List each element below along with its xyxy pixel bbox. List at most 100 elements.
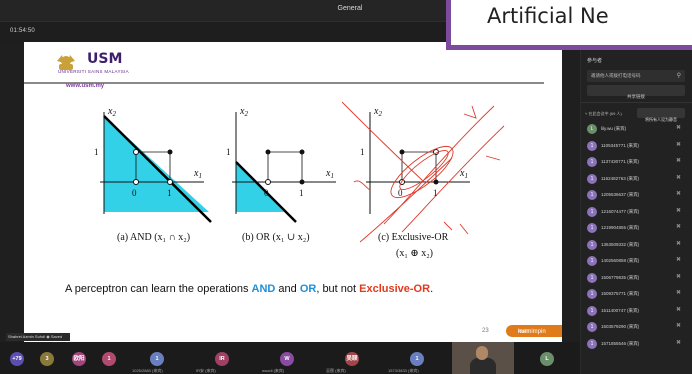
mic-muted-icon[interactable]: ✖: [676, 174, 681, 181]
tile-name: IR安 (来宾): [196, 368, 216, 373]
participant-name: 1511400747 (来宾): [601, 307, 639, 313]
participant-row[interactable]: 1 1402560858 (来宾) ✖: [581, 253, 692, 270]
participant-row[interactable]: Llily.wu (来宾) ✖: [581, 121, 692, 138]
mic-muted-icon[interactable]: ✖: [676, 273, 681, 280]
and-plot: [100, 112, 212, 223]
mic-muted-icon[interactable]: ✖: [676, 306, 681, 313]
tile-name: 吴颐 (来宾): [326, 368, 346, 373]
caption-xor: (c) Exclusive-OR: [378, 232, 449, 243]
participant-row[interactable]: 1 1216074477 (来宾) ✖: [581, 204, 692, 221]
red-annotations: [341, 101, 505, 243]
and-x2-label: x2: [107, 106, 116, 118]
avatar: 1: [587, 157, 597, 167]
meeting-heading[interactable]: ˅ 在此会议中 (69 人): [585, 111, 622, 117]
participant-name: lily.wu (来宾): [601, 126, 627, 131]
more-participants-badge[interactable]: +79: [10, 352, 24, 366]
participant-row[interactable]: 1 1162482763 (来宾) ✖: [581, 171, 692, 188]
avatar: 1: [587, 289, 597, 299]
avatar: 1: [587, 173, 597, 184]
shared-slide: USM UNIVERSITI SAINS MALAYSIA www.usm.my: [24, 42, 562, 342]
overlay-title: Artificial Ne: [487, 4, 609, 28]
participant-row[interactable]: 1 1105345771 (来宾) ✖: [581, 138, 692, 155]
or-plot: [232, 112, 336, 223]
mic-muted-icon[interactable]: ✖: [676, 190, 681, 197]
meeting-timer: 01:54:50: [10, 28, 35, 34]
title-overlay: Artificial Ne: [446, 0, 692, 50]
statement-xor: Exclusive-OR: [359, 283, 431, 295]
xor-x1-label: x1: [459, 168, 468, 180]
or-x2-label: x2: [239, 106, 248, 118]
avatar: 1: [587, 322, 597, 332]
and-tick-0: 0: [132, 188, 137, 198]
caption-and: (a) AND (x₁ ∩ x₂): [117, 232, 191, 243]
share-link-button[interactable]: 共享链接: [587, 85, 685, 99]
mic-muted-icon[interactable]: ✖: [676, 124, 681, 131]
caption-xor-formula: (x₁ ⊕ x₂): [396, 248, 434, 259]
avatar: 1: [587, 190, 597, 200]
presenter-body: [470, 358, 496, 374]
mic-muted-icon[interactable]: ✖: [676, 141, 681, 148]
participant-tile-avatar[interactable]: W: [280, 352, 294, 366]
participant-tile-avatar[interactable]: 3: [40, 352, 54, 366]
participant-row[interactable]: 1 1363509332 (来宾) ✖: [581, 237, 692, 254]
presenter-name: Shahrel Azmin Suhdi ◉ Saved: [8, 334, 63, 339]
mic-muted-icon[interactable]: ✖: [676, 339, 681, 346]
invite-input[interactable]: 邀请他人或拨打电话号码 ⚲: [587, 70, 685, 82]
window-title: General: [337, 5, 363, 12]
participant-tile-avatar[interactable]: L: [540, 352, 554, 366]
participant-tile-avatar[interactable]: 欧阳: [72, 352, 86, 366]
participant-name: 1219904855 (来宾): [601, 225, 640, 230]
xor-tick-1x: 1: [433, 188, 438, 198]
avatar: 1: [587, 338, 597, 349]
participant-name: 1363509332 (来宾): [601, 241, 640, 247]
avatar: 1: [587, 305, 597, 316]
participant-tile-avatar[interactable]: 1: [102, 352, 116, 366]
participant-name: 1137430771 (来宾): [601, 159, 639, 164]
tile-name: woodi (来宾): [262, 368, 285, 373]
participant-row[interactable]: 1 1509375771 (来宾) ✖: [581, 286, 692, 303]
mic-muted-icon[interactable]: ✖: [676, 289, 681, 296]
statement-prefix: A perceptron can learn the operations: [65, 283, 252, 295]
participant-tile-avatar[interactable]: 1: [410, 352, 424, 366]
participant-name: 1105345771 (来宾): [601, 142, 639, 148]
participant-name: 1205536637 (来宾): [601, 192, 640, 197]
participant-list: Llily.wu (来宾) ✖ 1 1105345771 (来宾) ✖ 1 11374307…: [581, 121, 692, 352]
slide-statement: A perceptron can learn the operations AN…: [65, 283, 433, 295]
avatar: 1: [587, 206, 597, 217]
participant-row[interactable]: 1 1571855546 (来宾) ✖: [581, 336, 692, 353]
participant-name: 1503579290 (来宾): [601, 324, 640, 329]
participant-tile-avatar[interactable]: 1: [150, 352, 164, 366]
mic-muted-icon[interactable]: ✖: [676, 207, 681, 214]
statement-middle: and: [275, 283, 300, 295]
participant-row[interactable]: 1 1506779835 (来宾) ✖: [581, 270, 692, 287]
mic-muted-icon[interactable]: ✖: [676, 240, 681, 247]
tile-name: 1573/3833 (来宾): [388, 368, 419, 373]
mic-muted-icon[interactable]: ✖: [676, 223, 681, 230]
statement-and: AND: [251, 283, 276, 295]
or-tick-1y: 1: [226, 147, 231, 157]
participant-row[interactable]: 1 1511400747 (来宾) ✖: [581, 303, 692, 320]
participant-row[interactable]: 1 1503579290 (来宾) ✖: [581, 319, 692, 336]
avatar: 1: [587, 256, 597, 266]
participant-row[interactable]: 1 1205536637 (来宾) ✖: [581, 187, 692, 204]
participant-name: 1216074477 (来宾): [601, 208, 640, 214]
participant-tile-avatar[interactable]: 吴颐: [345, 352, 359, 366]
mute-all-button[interactable]: 将所有人设为静音: [637, 108, 685, 122]
university-url: www.usm.my: [66, 83, 105, 89]
presenter-face: [476, 346, 488, 360]
panel-divider: [581, 102, 692, 103]
participant-tile-avatar[interactable]: IR: [215, 352, 229, 366]
search-icon: ⚲: [676, 73, 681, 79]
caption-or: (b) OR (x₁ ∪ x₂): [242, 232, 310, 243]
participant-row[interactable]: 1 1137430771 (来宾) ✖: [581, 154, 692, 171]
presenter-video-tile[interactable]: [452, 342, 514, 374]
xor-tick-1y: 1: [360, 147, 365, 157]
mic-muted-icon[interactable]: ✖: [676, 322, 681, 329]
statement-or: OR: [299, 283, 317, 295]
share-link-label: 共享链接: [627, 94, 645, 99]
panel-heading: 参与者: [587, 58, 603, 64]
mic-muted-icon[interactable]: ✖: [676, 157, 681, 164]
mic-muted-icon[interactable]: ✖: [676, 256, 681, 263]
participant-row[interactable]: 1 1219904855 (来宾) ✖: [581, 220, 692, 237]
participant-name: 1162482763 (来宾): [601, 175, 639, 181]
